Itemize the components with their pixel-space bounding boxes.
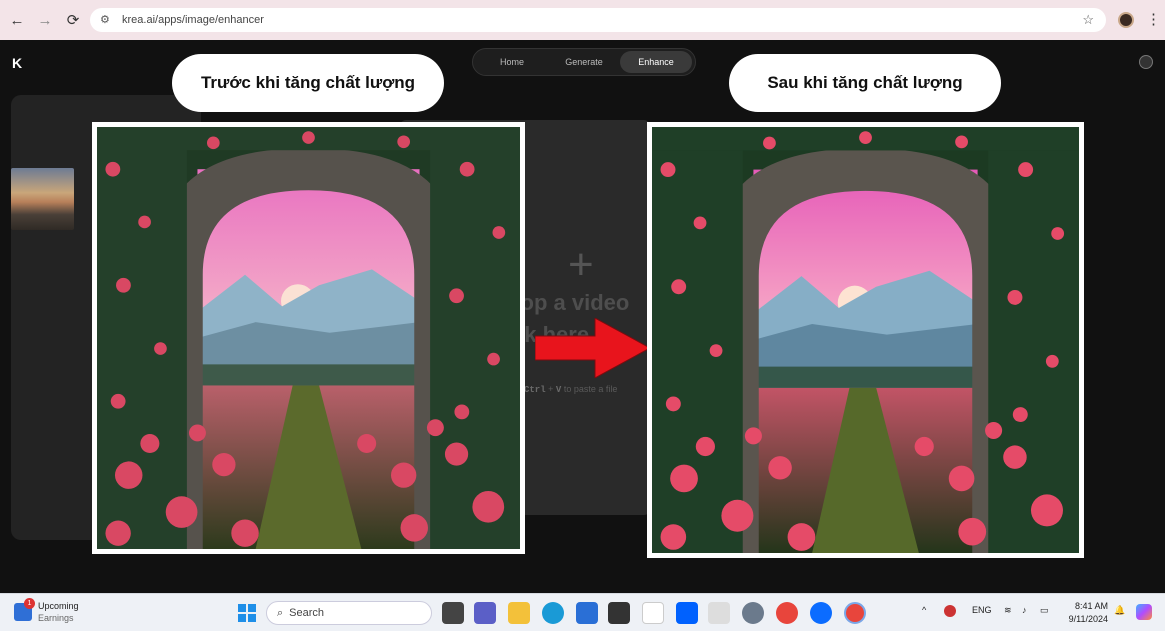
reload-icon[interactable]: ⟳ [62,9,84,31]
forward-arrow-icon[interactable]: → [34,9,56,31]
volume-icon[interactable]: ♪ [1022,605,1027,615]
taskbar-search[interactable]: ⌕ Search [266,601,432,625]
add-plus-icon: + [568,240,594,289]
store-icon[interactable] [576,602,598,624]
rose-arch-photo-after [652,127,1079,553]
hint-text: to paste a file [563,384,618,394]
chrome-icon[interactable] [776,602,798,624]
browser-menu-icon[interactable]: ⋮ [1146,10,1161,28]
copilot-icon[interactable] [1136,604,1152,620]
tab-home[interactable]: Home [476,51,548,73]
notification-badge: 1 [24,598,35,609]
hint-plus: + [548,384,554,394]
before-image [92,122,525,554]
url-text: krea.ai/apps/image/enhancer [122,14,264,26]
stocks-icon: 1 [14,598,35,621]
clock-time: 8:41 AM [1074,601,1108,611]
back-arrow-icon[interactable]: ← [6,9,28,31]
address-bar[interactable]: ⚙ krea.ai/apps/image/enhancer ☆ [90,8,1106,32]
windows-taskbar: 1 Upcoming Earnings ⌕ Search ^ ENG ≋ ♪ ▭… [0,593,1165,631]
amazon-icon[interactable] [642,602,664,624]
teams-icon[interactable] [474,602,496,624]
battery-icon[interactable]: ▭ [1040,605,1049,616]
dropbox-icon[interactable] [676,602,698,624]
after-image [647,122,1084,558]
chrome-active-icon[interactable] [844,602,866,624]
tab-generate[interactable]: Generate [548,51,620,73]
history-thumbnail[interactable] [11,168,74,230]
before-label: Trước khi tăng chất lượng [172,54,444,112]
drop-text-line1: rop a video [512,290,630,315]
site-settings-icon[interactable]: ⚙ [100,13,114,27]
search-placeholder: Search [289,607,325,619]
notification-bell-icon[interactable]: 🔔 [1114,605,1125,616]
search-icon: ⌕ [277,606,284,619]
windows-start-icon[interactable] [236,602,258,624]
task-view-icon[interactable] [442,602,464,624]
profile-avatar[interactable] [1118,12,1134,28]
settings-icon[interactable] [742,602,764,624]
language-indicator[interactable]: ENG [972,605,992,615]
red-arrow-icon [535,318,650,378]
widget-subtitle: Earnings [38,613,74,623]
krea-logo[interactable]: K [12,55,22,71]
app-icon[interactable] [708,602,730,624]
account-icon[interactable] [1139,55,1153,69]
edge-icon[interactable] [542,602,564,624]
tab-enhance[interactable]: Enhance [620,51,692,73]
zalo-icon[interactable] [810,602,832,624]
amazon-app-icon[interactable] [608,602,630,624]
tray-app-icon[interactable] [944,605,956,617]
after-label: Sau khi tăng chất lượng [729,54,1001,112]
paste-hint: Ctrl + V to paste a file [524,384,617,395]
bookmark-star-icon[interactable]: ☆ [1082,12,1094,28]
widget-title: Upcoming [38,601,79,611]
wifi-icon[interactable]: ≋ [1004,605,1012,616]
file-explorer-icon[interactable] [508,602,530,624]
app-nav-tabs: Home Generate Enhance [472,48,696,76]
browser-toolbar: ← → ⟳ ⚙ krea.ai/apps/image/enhancer ☆ ⋮ [0,0,1165,40]
krea-app: K Home Generate Enhance + rop a video ck… [0,40,1165,593]
v-key: V [555,385,562,395]
rose-arch-photo-before [97,127,520,549]
news-widget[interactable]: 1 Upcoming Earnings [14,598,79,624]
system-clock[interactable]: 8:41 AM 9/11/2024 [1062,600,1108,626]
clock-date: 9/11/2024 [1068,614,1108,624]
tray-chevron-icon[interactable]: ^ [922,605,926,615]
ctrl-key: Ctrl [524,385,546,395]
